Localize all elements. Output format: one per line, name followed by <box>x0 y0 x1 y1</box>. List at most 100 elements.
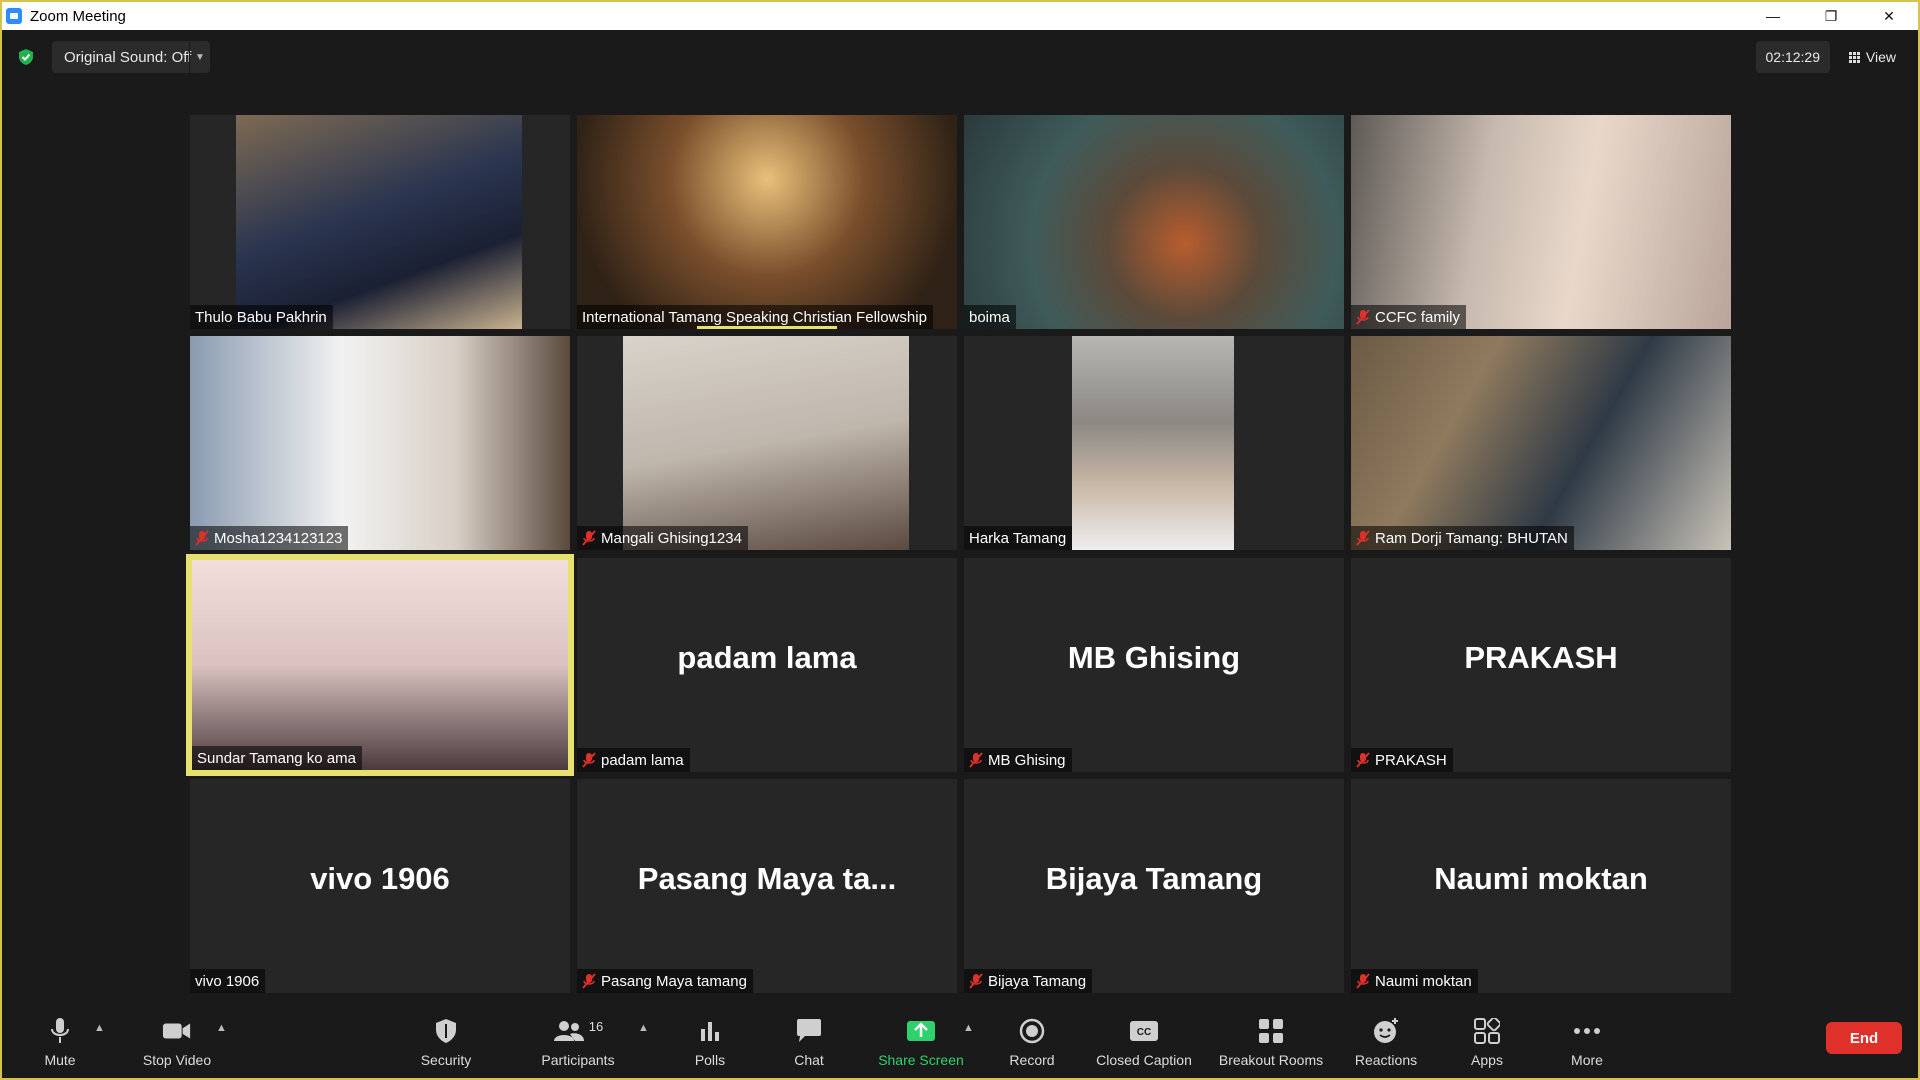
stop-video-button[interactable]: Stop Video <box>137 1014 217 1074</box>
participant-name: Thulo Babu Pakhrin <box>195 308 327 326</box>
audio-options-caret-icon[interactable]: ▲ <box>94 1022 105 1034</box>
participant-tile[interactable]: vivo 1906 vivo 1906 <box>190 779 570 993</box>
muted-mic-icon <box>1356 973 1370 989</box>
more-button[interactable]: More <box>1565 1014 1609 1074</box>
restore-button[interactable]: ❐ <box>1802 2 1860 30</box>
chat-bubble-icon <box>794 1016 824 1046</box>
end-meeting-button[interactable]: End <box>1826 1022 1902 1054</box>
participant-tile[interactable]: Mangali Ghising1234 <box>577 336 957 550</box>
participant-name: Mangali Ghising1234 <box>601 529 742 547</box>
participant-tile[interactable]: Naumi moktan Naumi moktan <box>1351 779 1731 993</box>
security-button[interactable]: Security <box>416 1014 476 1074</box>
share-options-caret-icon[interactable]: ▲ <box>963 1022 974 1034</box>
participant-name: Harka Tamang <box>969 529 1067 547</box>
record-button[interactable]: Record <box>1007 1014 1057 1074</box>
breakout-rooms-button[interactable]: Breakout Rooms <box>1213 1014 1329 1074</box>
video-camera-icon <box>162 1016 192 1046</box>
reactions-button[interactable]: Reactions <box>1351 1014 1421 1074</box>
zoom-window: Zoom Meeting — ❐ ✕ Original Sound: Off ▼… <box>0 0 1920 1080</box>
participant-display-name: Pasang Maya ta... <box>637 861 897 896</box>
svg-text:CC: CC <box>1137 1027 1151 1038</box>
zoom-app-icon <box>6 8 22 24</box>
mute-button[interactable]: Mute <box>40 1014 80 1074</box>
participant-display-name: padam lama <box>677 640 857 675</box>
participant-name-tag: Mangali Ghising1234 <box>577 526 748 550</box>
original-sound-label: Original Sound: Off <box>64 48 192 66</box>
stop-video-label: Stop Video <box>142 1052 212 1068</box>
record-circle-icon <box>1017 1016 1047 1046</box>
participant-name-tag: Ram Dorji Tamang: BHUTAN <box>1351 526 1574 550</box>
participant-name-tag: vivo 1906 <box>190 969 266 993</box>
participant-name-tag: boima <box>964 305 1016 329</box>
participants-button[interactable]: 16 Participants <box>536 1014 620 1074</box>
participant-name-tag: Harka Tamang <box>964 526 1073 550</box>
participant-name-tag: Thulo Babu Pakhrin <box>190 305 333 329</box>
share-screen-button[interactable]: Share Screen <box>875 1014 967 1074</box>
participant-name-tag: CCFC family <box>1351 305 1466 329</box>
participant-name-tag: Naumi moktan <box>1351 969 1478 993</box>
participant-tile[interactable]: Pasang Maya ta... Pasang Maya tamang <box>577 779 957 993</box>
gallery-grid-icon <box>1848 51 1860 63</box>
participant-name: Bijaya Tamang <box>988 972 1087 990</box>
breakout-rooms-grid-icon <box>1256 1016 1286 1046</box>
participant-tile[interactable]: boima <box>964 115 1344 329</box>
participant-tile[interactable]: MB Ghising MB Ghising <box>964 558 1344 772</box>
reactions-label: Reactions <box>1354 1052 1418 1068</box>
closed-caption-button[interactable]: CC Closed Caption <box>1092 1014 1196 1074</box>
participant-video <box>190 336 570 550</box>
participant-tile[interactable]: PRAKASH PRAKASH <box>1351 558 1731 772</box>
reactions-smiley-icon <box>1371 1016 1401 1046</box>
microphone-icon <box>45 1016 75 1046</box>
participant-name-tag: padam lama <box>577 748 690 772</box>
record-label: Record <box>1009 1052 1055 1068</box>
participant-video <box>192 560 568 770</box>
chat-button[interactable]: Chat <box>789 1014 829 1074</box>
participant-tile[interactable]: International Tamang Speaking Christian … <box>577 115 957 329</box>
speaking-indicator <box>697 326 837 329</box>
meeting-timer: 02:12:29 <box>1755 41 1830 73</box>
participant-tile[interactable]: CCFC family <box>1351 115 1731 329</box>
active-speaker-tile[interactable]: Sundar Tamang ko ama <box>186 554 574 776</box>
participant-name-tag: PRAKASH <box>1351 748 1453 772</box>
video-options-caret-icon[interactable]: ▲ <box>216 1022 227 1034</box>
participant-name-tag: MB Ghising <box>964 748 1072 772</box>
participant-name: Pasang Maya tamang <box>601 972 747 990</box>
apps-button[interactable]: Apps <box>1464 1014 1510 1074</box>
chat-label: Chat <box>794 1052 824 1068</box>
participant-tile[interactable]: Thulo Babu Pakhrin <box>190 115 570 329</box>
participant-tile[interactable]: Ram Dorji Tamang: BHUTAN <box>1351 336 1731 550</box>
share-screen-label: Share Screen <box>878 1052 964 1068</box>
participant-tile[interactable]: Harka Tamang <box>964 336 1344 550</box>
view-button[interactable]: View <box>1841 41 1904 73</box>
participant-display-name: Bijaya Tamang <box>1045 861 1263 896</box>
participants-options-caret-icon[interactable]: ▲ <box>638 1022 649 1034</box>
closed-caption-icon: CC <box>1129 1016 1159 1046</box>
participants-count: 16 <box>588 1018 604 1034</box>
title-bar: Zoom Meeting — ❐ ✕ <box>2 2 1918 30</box>
encryption-shield-icon[interactable] <box>17 48 35 66</box>
participant-tile[interactable]: padam lama padam lama <box>577 558 957 772</box>
minimize-button[interactable]: — <box>1744 2 1802 30</box>
apps-icon <box>1472 1016 1502 1046</box>
more-ellipsis-icon <box>1572 1016 1602 1046</box>
participant-name: vivo 1906 <box>195 972 260 990</box>
view-label: View <box>1865 49 1896 65</box>
participant-name: CCFC family <box>1375 308 1460 326</box>
original-sound-button[interactable]: Original Sound: Off ▼ <box>52 41 210 73</box>
window-controls: — ❐ ✕ <box>1744 2 1918 30</box>
share-screen-arrow-icon <box>906 1016 936 1046</box>
original-sound-dropdown-icon[interactable]: ▼ <box>189 41 210 73</box>
participant-video <box>1351 115 1731 329</box>
participant-name-tag: Pasang Maya tamang <box>577 969 753 993</box>
participant-name: Naumi moktan <box>1375 972 1472 990</box>
participant-tile[interactable]: Mosha1234123123 <box>190 336 570 550</box>
participant-tile[interactable]: Bijaya Tamang Bijaya Tamang <box>964 779 1344 993</box>
close-button[interactable]: ✕ <box>1860 2 1918 30</box>
polls-button[interactable]: Polls <box>690 1014 730 1074</box>
muted-mic-icon <box>1356 530 1370 546</box>
muted-mic-icon <box>1356 752 1370 768</box>
muted-mic-icon <box>195 530 209 546</box>
muted-mic-icon <box>582 530 596 546</box>
muted-mic-icon <box>582 973 596 989</box>
participant-name: PRAKASH <box>1375 751 1447 769</box>
